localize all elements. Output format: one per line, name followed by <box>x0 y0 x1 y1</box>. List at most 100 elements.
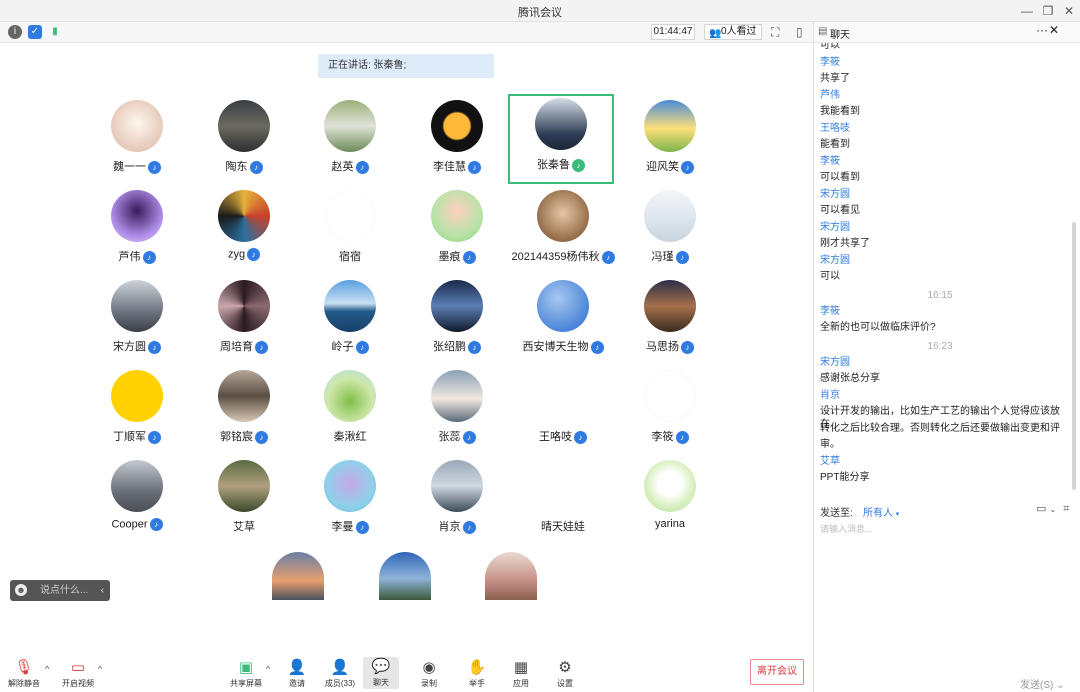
participant-tile[interactable]: 李曼 ♪ <box>297 456 403 546</box>
chat-message: 刚才共享了 <box>820 238 870 249</box>
fullscreen-icon[interactable]: ⛶ <box>771 25 779 40</box>
participant-tile[interactable]: 周培育 ♪ <box>191 276 297 366</box>
participant-name-text: 冯瑾 <box>651 251 674 263</box>
participant-tile[interactable]: 宋方圆 ♪ <box>84 276 190 366</box>
participant-tile[interactable]: 墨痕 ♪ <box>404 186 510 276</box>
unmute-button[interactable]: 🎙 解除静音 <box>6 658 42 689</box>
maximize-icon[interactable]: ❐ <box>1040 3 1056 19</box>
chat-message: 共享了 <box>820 73 850 84</box>
chevron-left-icon[interactable]: ‹ <box>101 580 104 601</box>
participant-tile[interactable]: 李筱 ♪ <box>617 366 723 456</box>
participant-tile[interactable]: 西安博天生物 ♪ <box>510 276 616 366</box>
chevron-up-icon[interactable]: ^ <box>98 664 102 674</box>
quick-chat-box[interactable]: ☻ 说点什么... ‹ <box>10 580 110 601</box>
participant-tile[interactable]: 迎风笑 ♪ <box>617 96 723 186</box>
shield-icon[interactable]: ✓ <box>28 25 42 39</box>
emoji-icon[interactable]: ☻ <box>15 584 27 596</box>
title-bar: 腾讯会议 — ❐ ✕ <box>0 0 1080 22</box>
screenshot-icon[interactable]: ⌗ <box>1063 503 1069 515</box>
apps-icon: ▦ <box>513 659 529 676</box>
chat-input[interactable]: 请输入消息... <box>820 522 873 535</box>
avatar[interactable] <box>272 552 324 600</box>
avatar[interactable] <box>485 552 537 600</box>
minimize-icon[interactable]: — <box>1019 3 1035 19</box>
viewers-count[interactable]: 👥 0人看过 <box>704 24 762 40</box>
chat-message: 可以看到 <box>820 172 860 183</box>
participant-tile[interactable]: 宿宿 <box>297 186 403 276</box>
participant-tile[interactable]: 马思扬 ♪ <box>617 276 723 366</box>
record-icon: ◉ <box>422 659 436 676</box>
participant-name: 肖京 ♪ <box>404 518 510 534</box>
participant-tile[interactable]: 陶东 ♪ <box>191 96 297 186</box>
avatar <box>537 280 589 332</box>
mic-icon: ♪ <box>681 340 694 354</box>
chevron-up-icon[interactable]: ^ <box>266 664 270 674</box>
chevron-up-icon[interactable]: ^ <box>45 664 49 674</box>
participant-tile[interactable]: 张秦鲁 ♪ <box>508 94 614 184</box>
invite-label: 邀请 <box>289 679 305 688</box>
participant-tile[interactable]: 艾草 <box>191 456 297 546</box>
share-screen-button[interactable]: ▣ 共享屏幕 <box>228 658 264 689</box>
mic-icon: ♪ <box>148 430 161 444</box>
participant-tile[interactable]: 王咯吱 ♪ <box>510 366 616 456</box>
participant-tile[interactable]: 岭子 ♪ <box>297 276 403 366</box>
send-to-label: 发送至: <box>820 508 853 519</box>
layout-icon[interactable]: ▯ <box>796 25 803 39</box>
chat-scrollbar[interactable] <box>1072 222 1076 490</box>
participant-tile[interactable]: 张绍鹏 ♪ <box>404 276 510 366</box>
start-video-button[interactable]: ▭ 开启视频 <box>60 658 96 689</box>
invite-button[interactable]: 👤 邀请 <box>279 658 315 689</box>
participant-tile[interactable]: 郭铭宸 ♪ <box>191 366 297 456</box>
participant-tile[interactable]: zyg ♪ <box>191 186 297 276</box>
participant-name-text: 肖京 <box>438 521 461 533</box>
start-video-label: 开启视频 <box>62 679 94 688</box>
participant-tile[interactable]: 李佳慧 ♪ <box>404 96 510 186</box>
avatar <box>324 190 376 242</box>
participant-name: 艾草 <box>191 518 297 534</box>
file-icon[interactable]: ▭ <box>1036 503 1046 515</box>
mic-icon: ♪ <box>574 430 587 444</box>
send-button[interactable]: 发送(S) ⌄ <box>1020 676 1065 691</box>
chat-button[interactable]: 💬 聊天 <box>363 657 399 689</box>
mic-icon: ♪ <box>462 430 476 444</box>
participant-tile[interactable]: 张蕊 ♪ <box>404 366 510 456</box>
members-button[interactable]: 👤 成员(33) <box>322 658 358 689</box>
participant-tile[interactable]: 肖京 ♪ <box>404 456 510 546</box>
close-icon[interactable]: ✕ <box>1049 23 1059 37</box>
chat-message: 能看到 <box>820 139 850 150</box>
participant-name: 郭铭宸 ♪ <box>191 428 297 444</box>
info-icon[interactable]: i <box>8 25 22 39</box>
record-button[interactable]: ◉ 录制 <box>411 658 447 689</box>
chat-message: 全新的也可以做临床评价? <box>820 322 936 333</box>
more-icon[interactable]: ··· <box>1036 23 1048 37</box>
send-to-select[interactable]: 所有人 ▾ <box>863 504 899 519</box>
participant-tile[interactable]: Cooper ♪ <box>84 456 190 546</box>
apps-button[interactable]: ▦ 应用 <box>503 658 539 689</box>
participant-tile[interactable]: 丁顺军 ♪ <box>84 366 190 456</box>
chat-messages[interactable]: 可以 李筱 共享了 芦伟 我能看到 王咯吱 能看到 李筱 可以看到 宋方圆 可以看见 宋方圆 刚才共享了… <box>814 43 1066 495</box>
chat-label: 聊天 <box>373 678 389 687</box>
chevron-down-icon[interactable]: ⌄ <box>1049 505 1056 514</box>
signal-icon[interactable]: ▮ <box>48 25 62 39</box>
unmute-label: 解除静音 <box>8 679 40 688</box>
participant-name: 宋方圆 ♪ <box>84 338 190 354</box>
participant-tile[interactable]: 晴天娃娃 <box>510 456 616 546</box>
avatar <box>324 280 376 332</box>
participant-tile[interactable]: 魏一一 ♪ <box>84 96 190 186</box>
close-icon[interactable]: ✕ <box>1061 3 1077 19</box>
participant-tile[interactable]: 秦湫红 <box>297 366 403 456</box>
caret-down-icon: ▾ <box>895 511 900 518</box>
participant-name-text: zyg <box>227 248 246 261</box>
raise-hand-button[interactable]: ✋ 举手 <box>459 658 495 689</box>
participant-tile[interactable]: 冯瑾 ♪ <box>617 186 723 276</box>
participant-tile[interactable]: 芦伟 ♪ <box>84 186 190 276</box>
settings-button[interactable]: ⚙ 设置 <box>547 658 583 689</box>
avatar <box>218 460 270 512</box>
participant-name-text: 宋方圆 <box>113 341 146 353</box>
leave-meeting-button[interactable]: 离开会议 <box>750 659 804 685</box>
chat-sender: 艾草 <box>820 455 840 467</box>
avatar[interactable] <box>379 552 431 600</box>
participant-tile[interactable]: 202144359杨伟秋 ♪ <box>510 186 616 276</box>
participant-tile[interactable]: 赵英 ♪ <box>297 96 403 186</box>
participant-tile[interactable]: yarina <box>617 456 723 546</box>
